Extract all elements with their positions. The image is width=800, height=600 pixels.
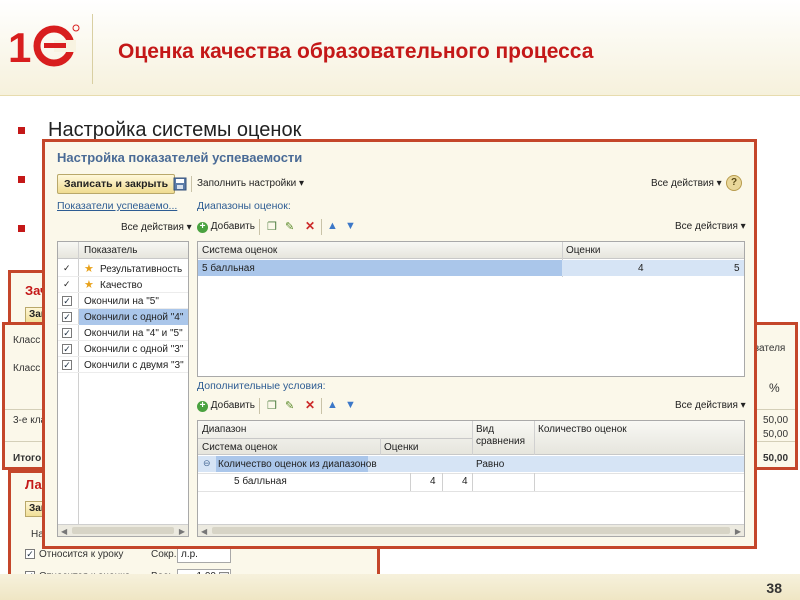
bg-total-label: Итого	[13, 453, 42, 464]
list-item[interactable]: ✓ Окончили с одной "4"	[58, 309, 188, 325]
star-icon: ★	[84, 263, 94, 275]
extra-cell-system: 5 балльная	[234, 476, 287, 487]
list-item[interactable]: ✓ ★ Результативность	[58, 261, 188, 277]
bg-table-header: Класс	[13, 335, 41, 346]
bg-table-header: Класс	[13, 363, 41, 374]
list-item[interactable]: ✓ Окончили на "5"	[58, 293, 188, 309]
indicators-list: Показатель ✓ ★ Результативность ✓ ★ Качество ✓…	[57, 241, 189, 537]
add-icon: +	[197, 222, 208, 233]
copy-icon[interactable]: ❐	[267, 399, 277, 412]
list-item[interactable]: ✓ Окончили с одной "3"	[58, 341, 188, 357]
slide-footer	[0, 574, 800, 600]
short-label: Сокр.:	[151, 549, 180, 560]
extra-conditions-table: Диапазон Система оценок Оценки Вид сравн…	[197, 420, 745, 537]
fill-settings-menu[interactable]: Заполнить настройки ▾	[197, 178, 304, 189]
indicator-checkbox[interactable]: ✓	[62, 312, 72, 322]
star-icon: ★	[84, 279, 94, 291]
1c-logo-icon: 1	[8, 24, 80, 68]
extra-header-range: Диапазон	[202, 424, 247, 435]
list-item[interactable]: ✓ Окончили на "4" и "5"	[58, 325, 188, 341]
indicators-settings-dialog: Настройка показателей успеваемости Запис…	[42, 139, 757, 549]
indicator-label: Окончили с одной "3"	[84, 344, 184, 355]
bg-total-value: 50,00	[763, 453, 789, 464]
extra-cell-range: Количество оценок из диапазонов	[218, 459, 377, 470]
ranges-header-grades: Оценки	[566, 245, 601, 256]
bg-value: 50,00	[763, 429, 789, 440]
indicator-label: Результативность	[100, 264, 183, 275]
indicators-header: Показатель	[84, 245, 138, 256]
bullet-marker	[18, 176, 25, 183]
list-item[interactable]: ✓ ★ Качество	[58, 277, 188, 293]
ranges-toolbar: + Добавить ❐ ✎ ✕ ▲ ▼ Все действия ▾	[197, 219, 747, 237]
add-icon: +	[197, 401, 208, 412]
indicators-scrollbar[interactable]: ◀ ▶	[58, 524, 188, 536]
checkmark-icon: ✓	[63, 279, 71, 289]
bg-form-title: Ла	[25, 477, 42, 492]
indicator-checkbox[interactable]: ✓	[62, 328, 72, 338]
left-all-actions-menu[interactable]: Все действия ▾	[121, 222, 192, 233]
list-item[interactable]: ✓ Окончили с двумя "3"	[58, 357, 188, 373]
all-actions-menu[interactable]: Все действия ▾	[651, 178, 722, 189]
bullet-marker	[18, 127, 25, 134]
move-up-icon[interactable]: ▲	[327, 399, 338, 411]
help-icon[interactable]: ?	[726, 175, 742, 191]
ranges-add-button[interactable]: + Добавить	[197, 221, 255, 233]
slide-title: Оценка качества образовательного процесс…	[118, 40, 594, 63]
indicator-label: Окончили на "5"	[84, 296, 159, 307]
indicator-label: Окончили с двумя "3"	[84, 360, 184, 371]
ranges-cell-to: 5	[734, 263, 740, 274]
ranges-cell-from: 4	[638, 263, 644, 274]
indicators-section-label[interactable]: Показатели успеваемо...	[57, 200, 177, 212]
extra-add-button[interactable]: + Добавить	[197, 400, 255, 412]
edit-icon[interactable]: ✎	[285, 399, 294, 412]
extra-toolbar: + Добавить ❐ ✎ ✕ ▲ ▼ Все действия ▾	[197, 398, 747, 416]
lesson-checkbox[interactable]: ✓	[25, 549, 35, 559]
extra-header-system: Система оценок	[202, 442, 278, 453]
page-number: 38	[766, 580, 782, 596]
extra-scrollbar[interactable]: ◀ ▶	[198, 524, 744, 536]
ranges-all-actions-menu[interactable]: Все действия ▾	[675, 221, 746, 232]
delete-icon[interactable]: ✕	[305, 398, 315, 412]
move-down-icon[interactable]: ▼	[345, 220, 356, 232]
ranges-table: Система оценок Оценки 5 балльная 4 5	[197, 241, 745, 377]
extra-cell-compare: Равно	[476, 459, 505, 470]
indicator-label: Окончили на "4" и "5"	[84, 328, 183, 339]
indicator-checkbox[interactable]: ✓	[62, 344, 72, 354]
delete-icon[interactable]: ✕	[305, 219, 315, 233]
extra-header-grades: Оценки	[384, 442, 419, 453]
ranges-header-system: Система оценок	[202, 245, 278, 256]
svg-text:1: 1	[8, 24, 31, 68]
indicator-label: Качество	[100, 280, 143, 291]
ranges-section-label: Диапазоны оценок:	[197, 200, 291, 212]
collapse-icon[interactable]: ⊖	[203, 458, 211, 469]
logo-divider	[92, 14, 93, 84]
slide-header: 1 Оценка качества образовательного проце…	[0, 0, 800, 96]
dialog-title: Настройка показателей успеваемости	[57, 150, 303, 165]
edit-icon[interactable]: ✎	[285, 220, 294, 233]
bg-percent-label: %	[769, 381, 780, 395]
bg-value: 50,00	[763, 415, 789, 426]
extra-all-actions-menu[interactable]: Все действия ▾	[675, 400, 746, 411]
extra-cell-to: 4	[462, 476, 468, 487]
move-up-icon[interactable]: ▲	[327, 220, 338, 232]
lesson-label: Относится к уроку	[39, 549, 124, 560]
extra-header-compare: Вид сравнения	[476, 424, 526, 447]
extra-header-count: Количество оценок	[538, 424, 627, 435]
ranges-cell-system: 5 балльная	[202, 263, 255, 274]
checkmark-icon: ✓	[63, 263, 71, 273]
extra-cell-from: 4	[430, 476, 436, 487]
indicator-checkbox[interactable]: ✓	[62, 360, 72, 370]
indicator-label: Окончили с одной "4"	[84, 312, 184, 323]
save-and-close-button[interactable]: Записать и закрыть	[57, 174, 176, 194]
indicator-checkbox[interactable]: ✓	[62, 296, 72, 306]
move-down-icon[interactable]: ▼	[345, 399, 356, 411]
copy-icon[interactable]: ❐	[267, 220, 277, 233]
short-input[interactable]: л.р.	[177, 547, 231, 563]
extra-section-label: Дополнительные условия:	[197, 380, 326, 392]
bullet-marker	[18, 225, 25, 232]
save-icon[interactable]	[173, 177, 187, 191]
